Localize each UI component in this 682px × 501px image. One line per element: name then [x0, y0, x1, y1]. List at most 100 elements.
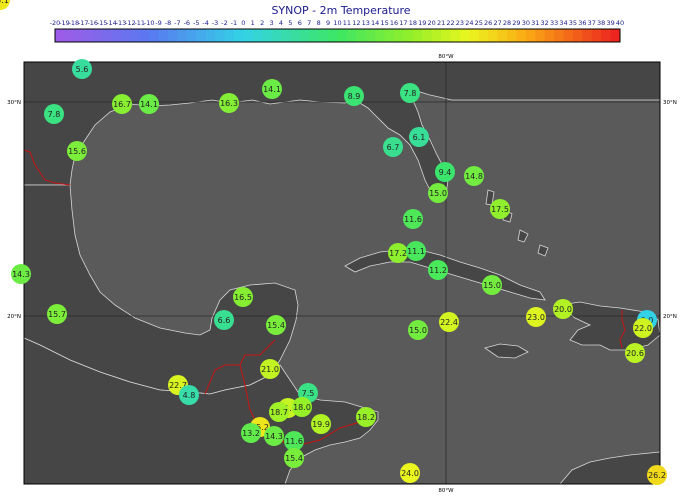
station-value-label: 11.1 — [407, 247, 425, 256]
colorbar-tick-label: 16 — [390, 19, 398, 27]
colorbar-tick-label: 21 — [437, 19, 445, 27]
colorbar-tick-label: 15 — [380, 19, 388, 27]
colorbar-tick-label: 3 — [270, 19, 274, 27]
station-value-label: 7.8 — [404, 89, 417, 98]
colorbar-swatch — [356, 29, 367, 42]
colorbar-swatch — [281, 29, 291, 42]
colorbar-tick-label: -2 — [221, 19, 227, 27]
colorbar-swatch — [196, 29, 207, 42]
colorbar-swatch — [224, 29, 235, 42]
station-value-label: 5.6 — [76, 65, 89, 74]
colorbar-swatch — [243, 29, 254, 42]
colorbar-swatch — [431, 29, 442, 42]
colorbar-swatch — [459, 29, 470, 42]
colorbar-tick-label: 12 — [352, 19, 360, 27]
axis-label-left-30n: 30°N — [7, 100, 21, 106]
station-value-label: 4.8 — [183, 391, 196, 400]
colorbar-tick-label: -10 — [144, 19, 155, 27]
station-value-label: 23.0 — [527, 313, 545, 322]
colorbar-tick-label: 7 — [307, 19, 311, 27]
station-value-label: 6.1 — [413, 133, 426, 142]
station-value-label: 15.0 — [483, 281, 501, 290]
station-value-label: 7.8 — [48, 110, 61, 119]
colorbar-tick-label: -6 — [184, 19, 190, 27]
station-value-label: 18.7 — [270, 408, 288, 417]
colorbar-swatch — [149, 29, 159, 42]
colorbar-swatch — [177, 29, 188, 42]
colorbar-tick-label: -9 — [155, 19, 161, 27]
station-value-label: 15.4 — [285, 454, 303, 463]
colorbar-swatch — [591, 29, 602, 42]
colorbar-tick-label: 40 — [616, 19, 624, 27]
colorbar: -20-19-18-17-16-15-14-13-12-11-10 -9 -8 -7-… — [50, 19, 624, 43]
colorbar-tick-label: 4 — [279, 19, 283, 27]
colorbar-tick-label: 31 — [531, 19, 539, 27]
colorbar-tick-label: -3 — [212, 19, 218, 27]
colorbar-swatch — [55, 29, 65, 42]
station-value-label: 14.1 — [140, 100, 158, 109]
station-value-label: 11.2 — [429, 266, 447, 275]
colorbar-swatch — [582, 29, 593, 42]
station-value-label: 14.1 — [263, 85, 281, 94]
colorbar-swatch — [215, 29, 225, 42]
colorbar-tick-label: 5 — [288, 19, 292, 27]
colorbar-swatch — [73, 29, 84, 42]
station-value-label: 8.9 — [348, 92, 361, 101]
colorbar-swatch — [478, 29, 489, 42]
colorbar-tick-label: 11 — [343, 19, 351, 27]
axis-label-left-20n: 20°N — [7, 314, 21, 320]
colorbar-swatch — [233, 29, 244, 42]
colorbar-swatch — [544, 29, 555, 42]
station-value-label: 18.0 — [293, 403, 311, 412]
station-value-label: 14.8 — [465, 172, 483, 181]
colorbar-swatch — [271, 29, 282, 42]
station-value-label: 13.2 — [242, 429, 260, 438]
colorbar-tick-label: 25 — [475, 19, 483, 27]
colorbar-tick-label: 38 — [597, 19, 605, 27]
colorbar-swatch — [102, 29, 112, 42]
colorbar-swatch — [252, 29, 263, 42]
colorbar-swatch — [507, 29, 517, 42]
colorbar-tick-label: 23 — [456, 19, 464, 27]
station-value-label: 22.4 — [440, 318, 458, 327]
station-value-label: 26.2 — [648, 471, 666, 480]
map-page: SYNOP - 2m Temperature -20 -19 -18 -17 -16 -1… — [0, 0, 682, 501]
station-value-label: 20.6 — [626, 349, 644, 358]
axis-label-right-20n: 20°N — [663, 314, 677, 320]
station-value-label: 15.4 — [267, 321, 285, 330]
colorbar-tick-label: 6 — [298, 19, 302, 27]
colorbar-swatch — [92, 29, 103, 42]
colorbar-swatch — [64, 29, 75, 42]
station-value-label: 17.2 — [389, 249, 407, 258]
station-value-label: 18.2 — [357, 413, 375, 422]
station-value-label: 6.6 — [218, 316, 231, 325]
colorbar-swatch — [299, 29, 310, 42]
colorbar-tick-label: -7 — [174, 19, 180, 27]
station-value-label: 7.5 — [302, 389, 315, 398]
colorbar-swatch — [83, 29, 94, 42]
station-value-label: 25.1 — [0, 0, 9, 5]
colorbar-swatch — [309, 29, 320, 42]
colorbar-tick-label: 37 — [588, 19, 596, 27]
station-value-label: 11.6 — [404, 215, 422, 224]
colorbar-tick-label: 1 — [251, 19, 255, 27]
station-value-label: 19.9 — [312, 420, 330, 429]
colorbar-swatch — [290, 29, 301, 42]
colorbar-swatch — [610, 29, 621, 42]
colorbar-swatch — [469, 29, 480, 42]
colorbar-swatch — [365, 29, 376, 42]
colorbar-tick-label: 13 — [362, 19, 370, 27]
colorbar-tick-label: 34 — [559, 19, 567, 27]
station-value-label: 21.0 — [261, 365, 279, 374]
colorbar-swatch — [346, 29, 357, 42]
colorbar-tick-label: 28 — [503, 19, 511, 27]
colorbar-swatch — [205, 29, 216, 42]
colorbar-swatch — [488, 29, 498, 42]
colorbar-tick-label: 22 — [446, 19, 454, 27]
colorbar-tick-label: 9 — [326, 19, 330, 27]
colorbar-swatch — [497, 29, 508, 42]
colorbar-tick-label: 33 — [550, 19, 558, 27]
colorbar-tick-label: 0 — [241, 19, 245, 27]
colorbar-tick-label: -5 — [193, 19, 199, 27]
colorbar-swatch — [412, 29, 423, 42]
